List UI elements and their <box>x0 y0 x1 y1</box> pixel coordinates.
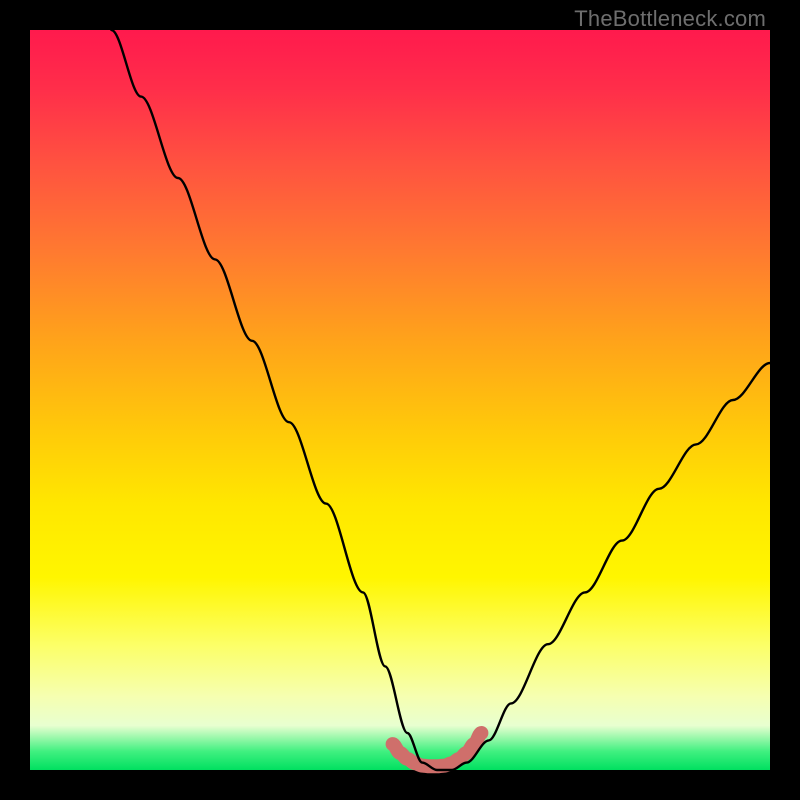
chart-frame <box>30 30 770 770</box>
watermark-text: TheBottleneck.com <box>574 6 766 32</box>
chart-svg <box>30 30 770 770</box>
bottleneck-curve-path <box>111 30 770 770</box>
